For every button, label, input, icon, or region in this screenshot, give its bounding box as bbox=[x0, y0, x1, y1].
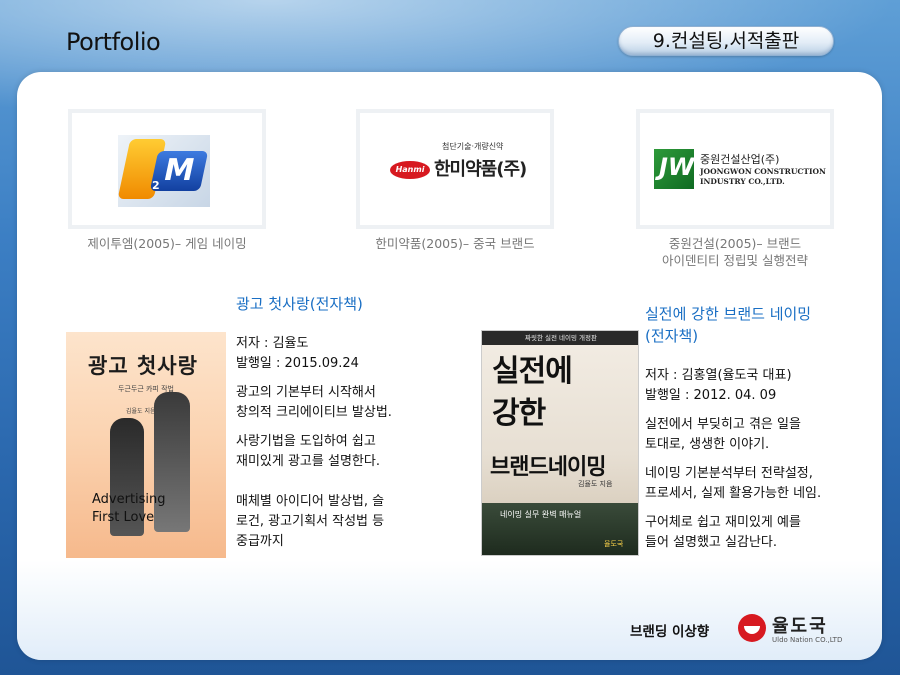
book1-cover-title: 광고 첫사랑 bbox=[88, 354, 198, 378]
book2-cover-publisher: 율도국 bbox=[604, 540, 624, 548]
book1-title: 광고 첫사랑(전자책) bbox=[236, 295, 363, 313]
j2m-logo: M 2 bbox=[117, 135, 210, 207]
book2-cover: 짜릿한 실전 네이밍 개정판 실전에 강한 브랜드네이밍 김율도 지음 네이밍 … bbox=[481, 330, 639, 556]
book1-cover-english-line2: First Love bbox=[92, 510, 155, 525]
book2-title-line1: 실전에 강한 브랜드 네이밍 bbox=[645, 305, 812, 323]
book2-title: 실전에 강한 브랜드 네이밍 (전자책) bbox=[645, 303, 811, 347]
book2-desc3-line2: 들어 설명했고 실감난다. bbox=[645, 535, 777, 550]
book1-cover-figure-right bbox=[154, 392, 190, 532]
footer-slogan: 브랜딩 이상향 bbox=[630, 624, 710, 640]
book2-desc1-line2: 토대로, 생생한 이야기. bbox=[645, 437, 770, 452]
book2-date: 발행일 : 2012. 04. 09 bbox=[645, 388, 777, 403]
ship-logo-icon bbox=[738, 614, 766, 642]
book1-details: 저자 : 김율도 발행일 : 2015.09.24 광고의 기본부터 시작해서 … bbox=[236, 334, 456, 552]
book1-date: 발행일 : 2015.09.24 bbox=[236, 356, 359, 371]
book2-cover-subtitle: 네이밍 실무 완벽 매뉴얼 bbox=[500, 510, 582, 519]
hanmi-logo-badge: Hanmi bbox=[390, 161, 430, 179]
logo-caption-j2m: 제이투엠(2005)– 게임 네이밍 bbox=[87, 236, 247, 251]
joongwon-logo-english-line2: INDUSTRY CO.,LTD. bbox=[700, 177, 785, 186]
logo-card-hanmi: 첨단기술·개량신약 Hanmi 한미약품(주) bbox=[356, 109, 554, 229]
book1-desc2-line1: 사랑기법을 도입하여 쉽고 bbox=[236, 434, 376, 449]
joongwon-logo-english: JOONGWON CONSTRUCTION INDUSTRY CO.,LTD. bbox=[700, 167, 826, 187]
book2-details: 저자 : 김홍열(율도국 대표) 발행일 : 2012. 04. 09 실전에서… bbox=[645, 366, 875, 553]
book2-title-line2: (전자책) bbox=[645, 327, 699, 345]
book1-author: 저자 : 김율도 bbox=[236, 336, 309, 351]
hanmi-logo-name: 한미약품(주) bbox=[434, 159, 527, 180]
footer-brand-logo: 율도국 Uldo Nation CO.,LTD bbox=[738, 612, 842, 646]
book2-cover-title-line1: 실전에 bbox=[492, 354, 573, 389]
logo-caption-joongwon: 중원건설(2005)– 브랜드 아이덴티티 정립및 실행전략 bbox=[615, 235, 855, 269]
footer-brand-name: 율도국 bbox=[772, 616, 828, 637]
book2-desc2-line2: 프로세서, 실제 활용가능한 네임. bbox=[645, 486, 822, 501]
logo-caption-joongwon-line2: 아이덴티티 정립및 실행전략 bbox=[662, 253, 808, 268]
book2-desc3-line1: 구어체로 쉽고 재미있게 예를 bbox=[645, 515, 801, 530]
joongwon-logo-mark: JW bbox=[654, 149, 694, 189]
j2m-logo-z: 2 bbox=[152, 179, 160, 192]
joongwon-logo-korean: 중원건설산업(주) bbox=[700, 153, 780, 166]
page-title: Portfolio bbox=[66, 28, 161, 56]
book1-cover-english-line1: Advertising bbox=[92, 492, 166, 507]
logo-card-joongwon: JW 중원건설산업(주) JOONGWON CONSTRUCTION INDUS… bbox=[636, 109, 834, 229]
logo-caption-joongwon-line1: 중원건설(2005)– 브랜드 bbox=[668, 236, 802, 251]
book2-cover-title-line2: 강한 bbox=[492, 396, 546, 431]
book2-author: 저자 : 김홍열(율도국 대표) bbox=[645, 368, 792, 383]
book2-desc2-line1: 네이밍 기본분석부터 전략설정, bbox=[645, 466, 813, 481]
logo-caption-hanmi: 한미약품(2005)– 중국 브랜드 bbox=[375, 236, 535, 251]
hanmi-logo: 첨단기술·개량신약 Hanmi 한미약품(주) bbox=[388, 139, 536, 197]
book1-desc1-line1: 광고의 기본부터 시작해서 bbox=[236, 385, 376, 400]
book1-desc3-line2: 로건, 광고기획서 작성법 등 bbox=[236, 514, 385, 529]
section-badge: 9.컨설팅,서적출판 bbox=[618, 26, 834, 56]
book2-cover-author: 김율도 지음 bbox=[578, 480, 613, 488]
book1-desc1-line2: 창의적 크리에이티브 발상법. bbox=[236, 405, 392, 420]
footer-brand-english: Uldo Nation CO.,LTD bbox=[772, 636, 843, 644]
book1-desc3-line1: 매체별 아이디어 발상법, 슬 bbox=[236, 494, 385, 509]
book2-cover-top: 짜릿한 실전 네이밍 개정판 bbox=[482, 331, 638, 345]
book1-cover: 광고 첫사랑 두근두근 카피 작법 김율도 지음 Advertising Fir… bbox=[66, 332, 226, 558]
book1-desc2-line2: 재미있게 광고를 설명한다. bbox=[236, 454, 380, 469]
book1-cover-author: 김율도 지음 bbox=[126, 408, 156, 415]
book2-cover-title: 실전에 강한 bbox=[492, 351, 573, 435]
joongwon-logo-english-line1: JOONGWON CONSTRUCTION bbox=[700, 167, 826, 176]
book2-desc1-line1: 실전에서 부딪히고 겪은 일을 bbox=[645, 417, 801, 432]
book2-cover-title-line3: 브랜드네이밍 bbox=[490, 455, 606, 480]
book1-desc3-line3: 중급까지 bbox=[236, 534, 284, 549]
logo-card-j2m: M 2 bbox=[68, 109, 266, 229]
hanmi-logo-tagline: 첨단기술·개량신약 bbox=[442, 142, 504, 151]
